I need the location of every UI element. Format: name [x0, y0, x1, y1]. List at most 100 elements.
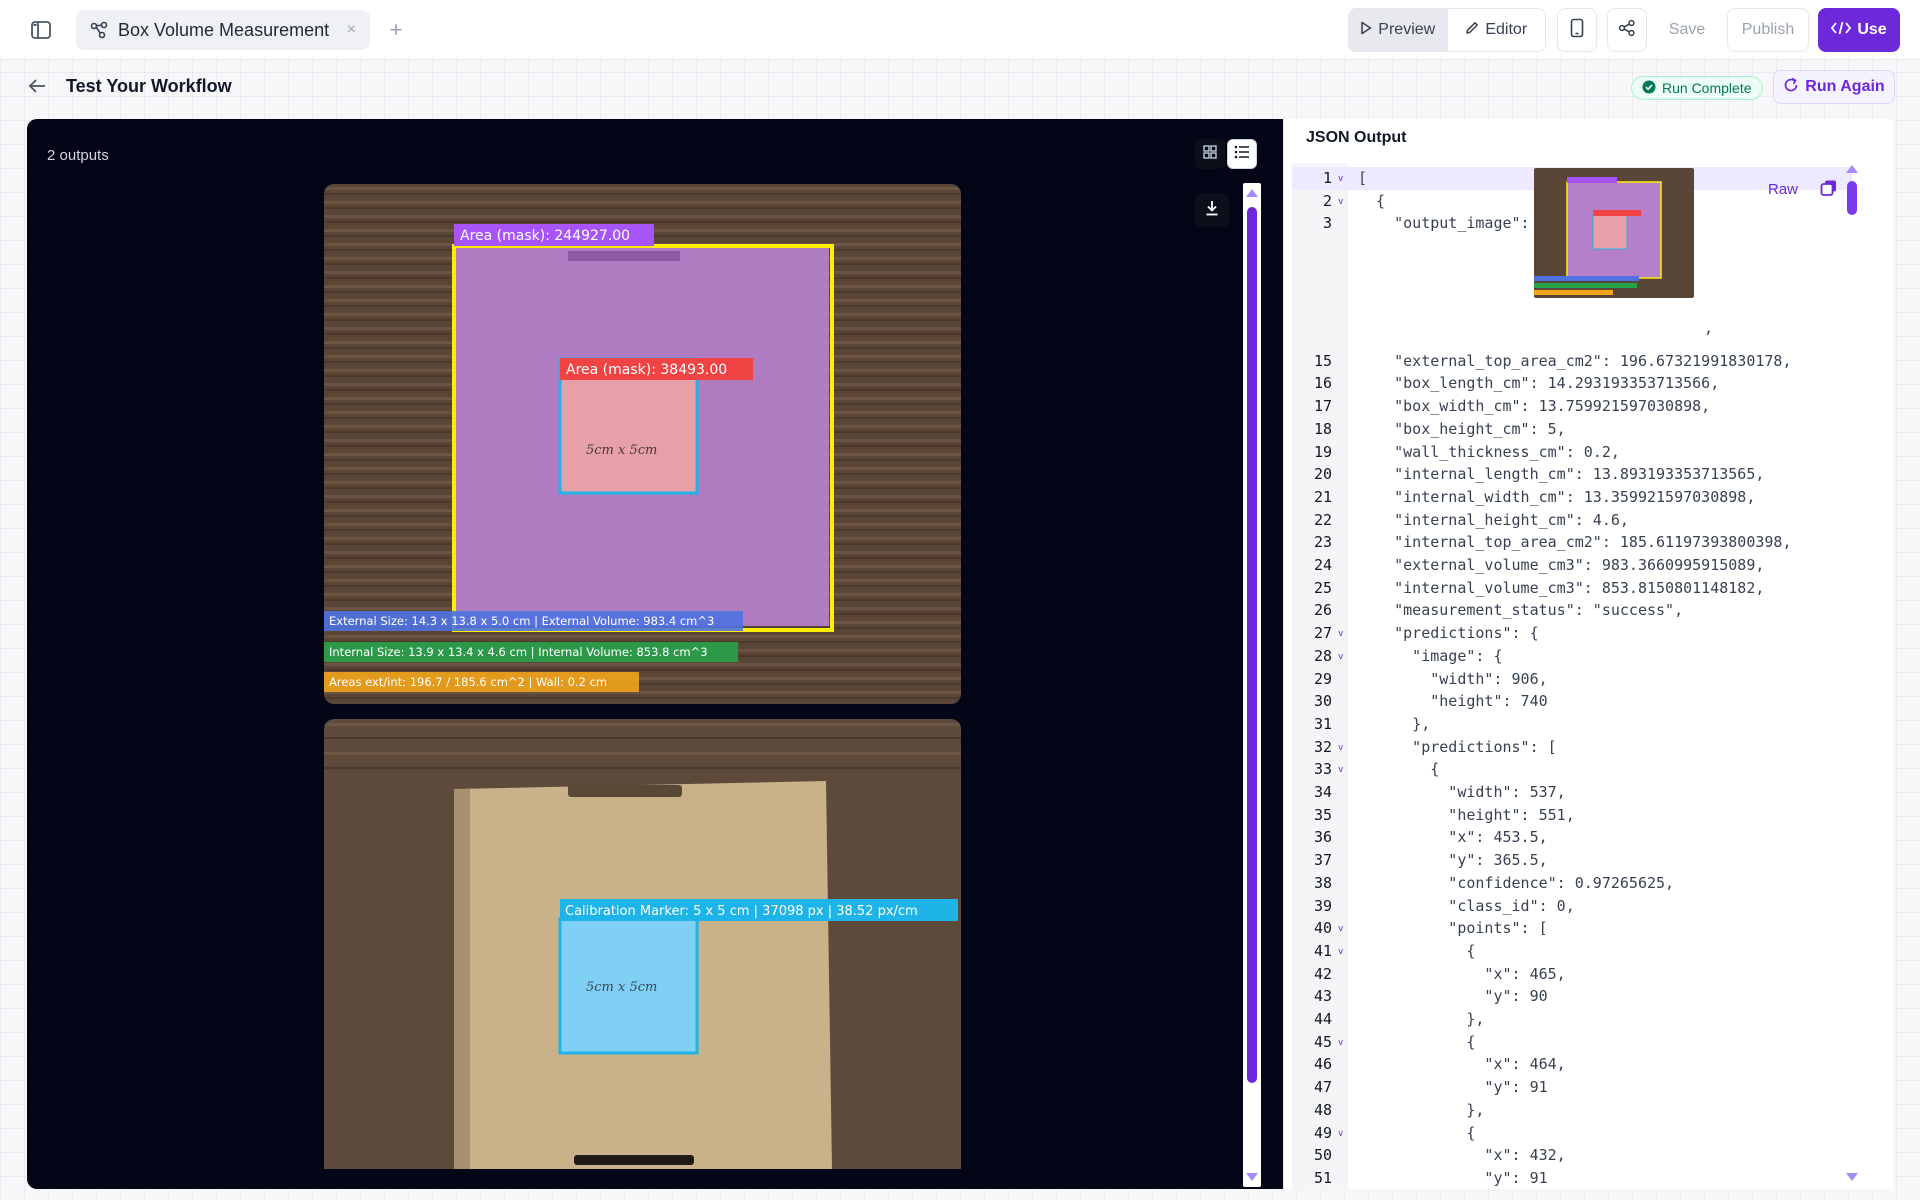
code-text: "internal_height_cm": 4.6, [1358, 510, 1629, 529]
line-number: 15 [1313, 351, 1332, 370]
code-line: 34 "width": 537, [1292, 781, 1852, 804]
code-line: 38 "confidence": 0.97265625, [1292, 872, 1852, 895]
download-icon [1205, 200, 1219, 221]
line-number: 1 [1322, 169, 1332, 187]
use-button[interactable]: Use [1818, 8, 1900, 52]
code-text: "confidence": 0.97265625, [1358, 873, 1675, 892]
line-number: 31 [1313, 714, 1332, 733]
line-number: 21 [1313, 487, 1332, 506]
publish-button[interactable]: Publish [1727, 8, 1809, 52]
code-text: "image": { [1358, 646, 1503, 665]
download-button[interactable] [1195, 193, 1229, 227]
workflow-icon [90, 21, 108, 39]
run-again-button[interactable]: Run Again [1773, 70, 1895, 104]
scroll-down-icon[interactable] [1246, 1173, 1258, 1181]
code-text: "internal_width_cm": 13.359921597030898, [1358, 487, 1756, 506]
line-number: 40 [1313, 919, 1332, 938]
save-button[interactable]: Save [1657, 8, 1717, 52]
code-text: "y": 91 [1358, 1168, 1548, 1187]
code-line: 18 "box_height_cm": 5, [1292, 418, 1852, 441]
fold-chevron-icon[interactable]: v [1338, 917, 1343, 941]
preview-button[interactable]: Preview [1349, 9, 1447, 51]
code-text: "predictions": [ [1358, 737, 1557, 756]
outputs-count: 2 outputs [47, 147, 109, 164]
json-scrollbar[interactable] [1844, 163, 1860, 1189]
fold-chevron-icon[interactable]: v [1338, 190, 1343, 214]
json-code-view[interactable]: 1 v[2 v {3 "output_image": 15 "external_top… [1292, 163, 1862, 1189]
share-button[interactable] [1607, 8, 1647, 52]
copy-icon[interactable] [1820, 179, 1840, 199]
code-text: { [1358, 1032, 1476, 1051]
json-output-panel: JSON Output 1 v[2 v {3 "output_image": 15 "… [1283, 119, 1893, 1189]
fold-chevron-icon[interactable]: v [1338, 1031, 1343, 1055]
code-line: 42 "x": 465, [1292, 963, 1852, 986]
code-text: "class_id": 0, [1358, 896, 1575, 915]
scroll-up-icon[interactable] [1246, 189, 1258, 197]
list-view-button[interactable] [1227, 139, 1257, 169]
line-number: 22 [1313, 510, 1332, 529]
code-text: "points": [ [1358, 919, 1548, 938]
area-mask-outer-label: Area (mask): 244927.00 [460, 228, 630, 244]
code-line: 41 v { [1292, 940, 1852, 963]
line-number: 35 [1313, 805, 1332, 824]
code-line: 39 "class_id": 0, [1292, 895, 1852, 918]
tab-label: Box Volume Measurement [118, 19, 330, 40]
scroll-thumb[interactable] [1847, 181, 1857, 215]
code-text: "height": 740 [1358, 692, 1548, 711]
code-line: 46 "x": 464, [1292, 1053, 1852, 1076]
code-text: "external_top_area_cm2": 196.67321991830… [1358, 351, 1792, 370]
output-scrollbar[interactable] [1243, 183, 1261, 1187]
code-text: "measurement_status": "success", [1358, 601, 1684, 620]
scroll-down-icon[interactable] [1846, 1173, 1858, 1181]
fold-chevron-icon[interactable]: v [1338, 940, 1343, 964]
line-number: 18 [1313, 419, 1332, 438]
code-line: 21 "internal_width_cm": 13.3599215970308… [1292, 486, 1852, 509]
mobile-preview-button[interactable] [1557, 8, 1597, 52]
line-number: 33 [1313, 760, 1332, 779]
code-text: "x": 464, [1358, 1055, 1566, 1074]
editor-button[interactable]: Editor [1446, 9, 1545, 51]
code-text: "x": 465, [1358, 964, 1566, 983]
code-line: 29 "width": 906, [1292, 668, 1852, 691]
fold-chevron-icon[interactable]: v [1338, 1122, 1343, 1146]
code-text: "y": 90 [1358, 987, 1548, 1006]
fold-chevron-icon[interactable]: v [1338, 167, 1343, 191]
top-bar: Box Volume Measurement × + Preview Edito… [0, 0, 1920, 60]
line-number: 47 [1313, 1078, 1332, 1097]
code-line: 32 v "predictions": [ [1292, 736, 1852, 759]
arrow-left-icon[interactable] [28, 76, 52, 96]
line-number: 42 [1313, 964, 1332, 983]
line-number: 51 [1313, 1168, 1332, 1187]
line-number: 36 [1313, 828, 1332, 847]
code-line: 20 "internal_length_cm": 13.893193353713… [1292, 463, 1852, 486]
code-line: 19 "wall_thickness_cm": 0.2, [1292, 441, 1852, 464]
fold-chevron-icon[interactable]: v [1338, 736, 1343, 760]
scroll-thumb[interactable] [1247, 207, 1257, 1083]
fold-chevron-icon[interactable]: v [1338, 645, 1343, 669]
line-number: 28 [1313, 646, 1332, 665]
line-number: 26 [1313, 601, 1332, 620]
scroll-up-icon[interactable] [1846, 165, 1858, 173]
line-number: 43 [1313, 987, 1332, 1006]
grid-view-button[interactable] [1195, 139, 1225, 169]
code-line: 37 "y": 365.5, [1292, 849, 1852, 872]
code-icon [1831, 21, 1852, 40]
raw-toggle-button[interactable]: Raw [1768, 181, 1798, 198]
code-line: 16 "box_length_cm": 14.293193353713566, [1292, 372, 1852, 395]
code-text: "width": 537, [1358, 783, 1566, 802]
line-number: 38 [1313, 873, 1332, 892]
list-icon [1234, 145, 1250, 164]
add-tab-button[interactable]: + [382, 16, 410, 44]
code-text: "y": 91 [1358, 1078, 1548, 1097]
fold-chevron-icon[interactable]: v [1338, 622, 1343, 646]
fold-chevron-icon[interactable]: v [1338, 758, 1343, 782]
check-circle-icon [1642, 80, 1656, 97]
box-handle-bottom [574, 1155, 694, 1165]
line-number: 3 [1322, 214, 1332, 233]
line-number: 32 [1313, 737, 1332, 756]
sidebar-toggle-icon[interactable] [26, 18, 56, 42]
close-icon[interactable]: × [347, 21, 356, 39]
tab-box-volume-measurement[interactable]: Box Volume Measurement × [76, 10, 370, 50]
output-panel: 2 outputs Area (mask): 244927.00 Area (m… [27, 119, 1283, 1189]
line-number: 46 [1313, 1055, 1332, 1074]
